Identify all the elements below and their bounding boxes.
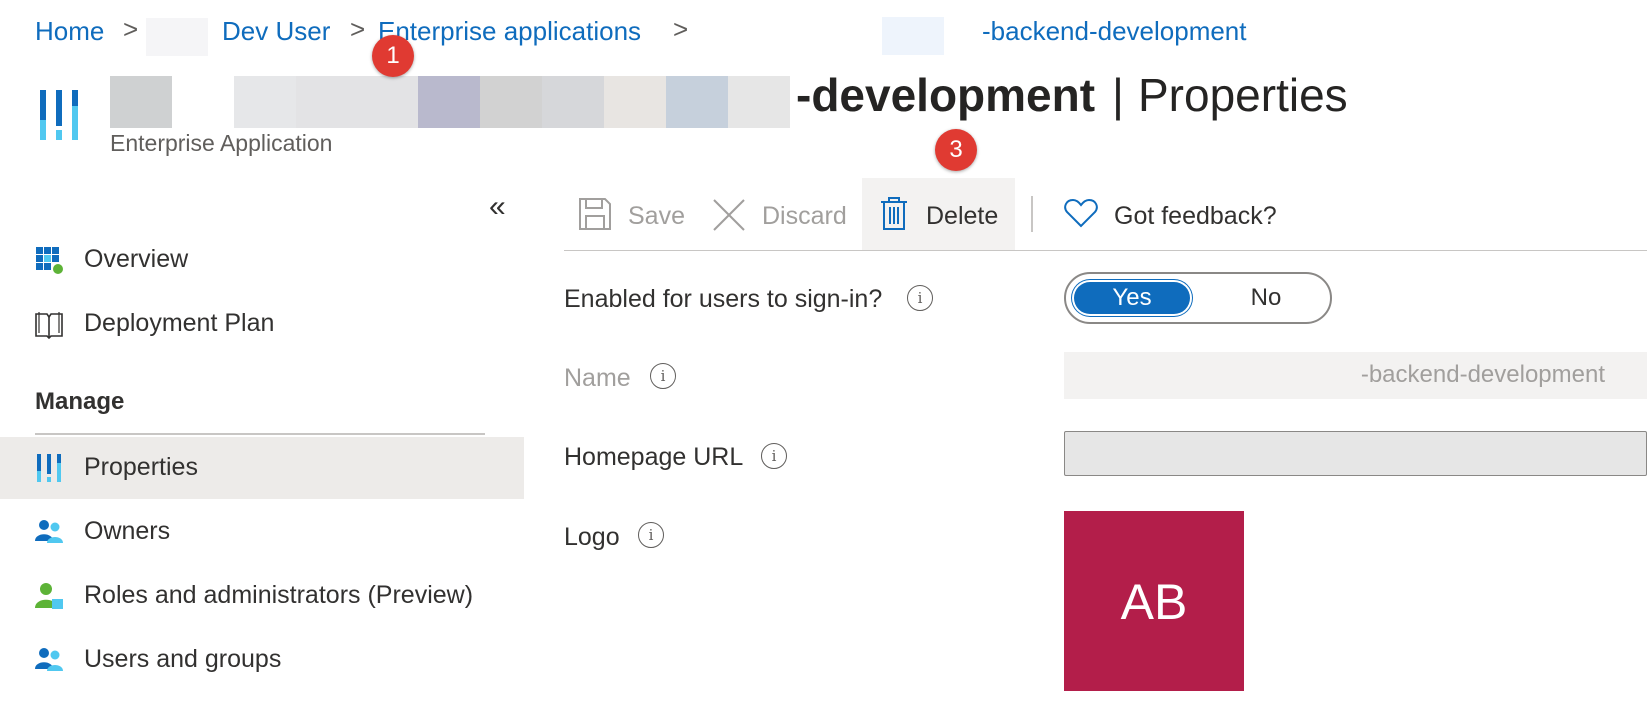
redacted-app-prefix-block (882, 17, 944, 55)
info-icon[interactable]: i (907, 285, 933, 311)
breadcrumb-dev-user-link[interactable]: Dev User (222, 16, 330, 47)
name-field-value: -backend-development (1360, 361, 1605, 388)
logo-label: Logo (564, 523, 620, 551)
page-title: Properties (1138, 69, 1348, 121)
step-marker-3: 3 (935, 129, 977, 171)
info-icon[interactable]: i (761, 443, 787, 469)
breadcrumb-chevron-icon: > (123, 14, 139, 44)
enabled-for-sign-in-label: Enabled for users to sign-in? (564, 285, 883, 313)
sidebar-item-label: Properties (84, 453, 198, 481)
collapse-sidebar-icon[interactable]: « (489, 190, 506, 224)
info-icon[interactable]: i (638, 522, 664, 548)
name-label: Name (564, 364, 631, 392)
sidebar-item-overview[interactable]: Overview (0, 229, 524, 291)
breadcrumb-current-app: -backend-development (982, 16, 1247, 46)
user-roles-icon (34, 581, 64, 611)
section-divider (35, 433, 485, 435)
page-subtitle: Enterprise Application (110, 130, 333, 156)
trash-icon (880, 197, 908, 236)
redacted-tenant-block (146, 18, 208, 56)
breadcrumb-enterprise-apps-link[interactable]: Enterprise applications (378, 16, 641, 47)
discard-label: Discard (762, 202, 847, 230)
save-button[interactable]: Save (564, 178, 686, 250)
delete-button[interactable]: Delete (862, 178, 1015, 250)
page-title-app-name: -development (796, 69, 1096, 121)
properties-icon (34, 453, 64, 483)
manage-section-header: Manage (35, 388, 125, 415)
breadcrumb-chevron-icon: > (673, 14, 689, 44)
sidebar-item-label: Owners (84, 517, 171, 545)
people-icon (34, 517, 64, 547)
toolbar-divider (1031, 196, 1033, 232)
sidebar-item-properties[interactable]: Properties (0, 437, 524, 499)
toggle-yes-option[interactable]: Yes (1072, 280, 1192, 316)
discard-button[interactable]: Discard (702, 178, 852, 250)
feedback-label: Got feedback? (1114, 202, 1277, 230)
sidebar-item-roles-and-administrators[interactable]: Roles and administrators (Preview) (0, 565, 524, 627)
got-feedback-button[interactable]: Got feedback? (1050, 178, 1290, 250)
enabled-sign-in-toggle[interactable]: Yes No (1064, 272, 1332, 324)
page-title-separator: | (1112, 69, 1124, 121)
sidebar-item-users-and-groups[interactable]: Users and groups (0, 629, 524, 691)
sidebar-item-label: Deployment Plan (84, 309, 275, 337)
breadcrumb-home-link[interactable]: Home (35, 16, 104, 47)
people-icon (34, 645, 64, 675)
homepage-url-label: Homepage URL (564, 443, 744, 471)
toggle-no-option[interactable]: No (1226, 280, 1306, 316)
save-label: Save (628, 202, 685, 230)
sidebar-item-owners[interactable]: Owners (0, 501, 524, 563)
logo-initials: AB (1120, 574, 1188, 630)
app-logo: AB (1064, 511, 1244, 691)
delete-label: Delete (926, 202, 999, 230)
sidebar-item-label: Overview (84, 245, 189, 273)
homepage-url-field[interactable] (1064, 431, 1647, 476)
breadcrumb-chevron-icon: > (350, 14, 366, 44)
grid-app-icon (34, 245, 64, 275)
sidebar-item-deployment-plan[interactable]: Deployment Plan (0, 293, 524, 355)
sidebar-item-label: Users and groups (84, 645, 282, 673)
name-field: -backend-development (1064, 352, 1647, 399)
book-icon (34, 309, 64, 340)
sidebar-item-label: Roles and administrators (Preview) (84, 581, 474, 609)
step-marker-1: 1 (372, 35, 414, 77)
app-properties-icon (38, 86, 84, 142)
toolbar-divider-line (564, 250, 1647, 251)
info-icon[interactable]: i (650, 363, 676, 389)
close-icon (712, 198, 746, 237)
save-icon (578, 197, 612, 236)
heart-icon (1064, 198, 1098, 233)
